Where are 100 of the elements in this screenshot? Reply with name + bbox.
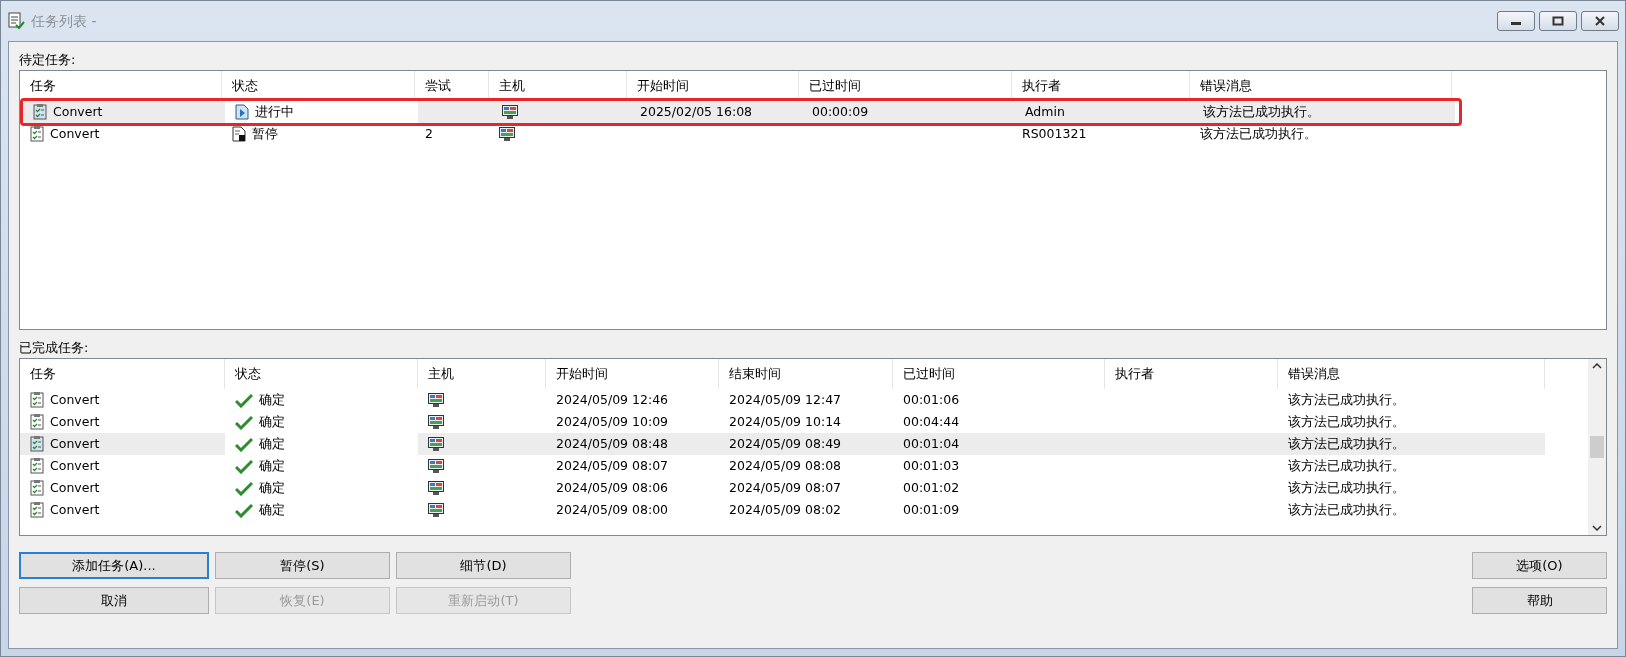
table-cell-text: 2024/05/09 08:08 [729,456,842,475]
table-cell-text: 2024/05/09 08:06 [556,478,669,497]
table-cell-text: 00:04:44 [903,412,960,431]
dialog-button[interactable]: 取消 [19,587,209,614]
table-cell-text: 2024/05/09 08:02 [729,500,842,519]
table-cell-text: 2024/05/09 12:46 [556,390,669,409]
clipboard-icon [33,104,47,120]
close-icon [1594,16,1606,26]
table-cell-text: 00:01:09 [903,500,960,519]
scrollbar-thumb[interactable] [1590,436,1604,458]
list-row[interactable]: Convert 确定 2024/05/09 08:48 2024/05/09 08:49 00:01:04 该方法已成功执行。 [20,433,1588,455]
dialog-button[interactable]: 细节(D) [396,552,571,579]
check-icon [235,480,253,496]
table-cell-text: 00:01:03 [903,456,960,475]
check-icon [235,458,253,474]
table-cell-text: 确定 [259,478,285,497]
check-icon [235,414,253,430]
dialog-button[interactable]: 帮助 [1472,587,1607,614]
table-cell-text: 暂停 [252,124,278,143]
column-header[interactable]: 执行者 [1105,359,1278,389]
task-list-icon [7,12,25,30]
monitor-icon [428,414,444,430]
clipboard-icon [30,436,44,452]
dialog-button[interactable]: 选项(O) [1472,552,1607,579]
table-cell-text: Convert [53,102,103,121]
clipboard-icon [30,414,44,430]
table-cell-text: Admin [1025,102,1065,121]
table-cell-text: 该方法已成功执行。 [1288,500,1405,519]
minimize-button[interactable] [1497,11,1535,31]
list-row[interactable]: Convert 确定 2024/05/09 10:09 2024/05/09 10:14 00:04:44 该方法已成功执行。 [20,411,1588,433]
table-cell-text: 00:01:06 [903,390,960,409]
table-cell-text: 确定 [259,456,285,475]
table-cell-text: 2024/05/09 10:09 [556,412,669,431]
table-cell-text: Convert [50,478,100,497]
clipboard-icon [30,458,44,474]
check-icon [235,436,253,452]
table-cell-text: 00:00:09 [812,102,869,121]
table-cell-text: Convert [50,434,100,453]
maximize-button[interactable] [1539,11,1577,31]
column-header[interactable]: 主机 [418,359,546,389]
list-row[interactable]: Convert 进行中 2025/02/05 16:08 00:00:09 Admin 该方法已成功执行。 [20,98,1462,126]
table-cell-text: 2024/05/09 12:47 [729,390,842,409]
table-cell-text: 该方法已成功执行。 [1203,102,1320,121]
monitor-icon [428,436,444,452]
table-cell-text: 该方法已成功执行。 [1288,434,1405,453]
column-header[interactable]: 状态 [225,359,418,389]
table-cell-text: 2025/02/05 16:08 [640,102,753,121]
section-label: 已完成任务: [19,339,90,357]
table-cell-text: 该方法已成功执行。 [1288,390,1405,409]
list-row[interactable]: Convert 确定 2024/05/09 08:06 2024/05/09 08:07 00:01:02 该方法已成功执行。 [20,477,1588,499]
check-icon [235,502,253,518]
clipboard-icon [30,480,44,496]
table-cell-text: RS001321 [1022,124,1087,143]
monitor-icon [428,480,444,496]
table-cell-text: 确定 [259,412,285,431]
close-button[interactable] [1581,11,1619,31]
table-cell-text: 2024/05/09 08:00 [556,500,669,519]
table-cell-text: 确定 [259,434,285,453]
monitor-icon [428,392,444,408]
list-row[interactable]: Convert 确定 2024/05/09 08:07 2024/05/09 08:08 00:01:03 该方法已成功执行。 [20,455,1588,477]
scrollbar[interactable] [1588,359,1606,535]
table-cell-text: 2 [425,124,433,143]
list-row[interactable]: Convert 确定 2024/05/09 12:46 2024/05/09 12:47 00:01:06 该方法已成功执行。 [20,389,1588,411]
column-header[interactable]: 任务 [20,359,225,389]
table-cell-text: Convert [50,456,100,475]
table-cell-text: 该方法已成功执行。 [1200,124,1317,143]
dialog-button[interactable]: 暂停(S) [215,552,390,579]
column-header[interactable]: 错误消息 [1278,359,1545,389]
clipboard-icon [30,126,44,142]
table-cell-text: 该方法已成功执行。 [1288,478,1405,497]
document-icon [235,104,249,120]
column-header[interactable]: 已过时间 [893,359,1105,389]
table-cell-text: Convert [50,500,100,519]
table-cell-text: 2024/05/09 08:48 [556,434,669,453]
table-cell-text: 确定 [259,390,285,409]
table-cell-text: Convert [50,412,100,431]
list-row[interactable]: Convert 暂停 2 RS001321 该方法已成功执行。 [20,123,1606,145]
table-cell-text: 确定 [259,500,285,519]
maximize-icon [1552,16,1564,26]
table-cell-text: 2024/05/09 10:14 [729,412,842,431]
list-row[interactable]: Convert 确定 2024/05/09 08:00 2024/05/09 08:02 00:01:09 该方法已成功执行。 [20,499,1588,521]
monitor-icon [499,126,515,142]
dialog-button[interactable]: 添加任务(A)... [19,552,209,579]
table-cell-text: 00:01:04 [903,434,960,453]
monitor-icon [428,502,444,518]
monitor-icon [502,104,518,120]
table-cell-text: 2024/05/09 08:07 [556,456,669,475]
table-cell-text: 该方法已成功执行。 [1288,456,1405,475]
document-icon [232,126,246,142]
table-cell-text: 2024/05/09 08:49 [729,434,842,453]
table-cell-text: 00:01:02 [903,478,960,497]
clipboard-icon [30,502,44,518]
window-title: 任务列表 - [31,11,97,31]
check-icon [235,392,253,408]
clipboard-icon [30,392,44,408]
table-cell-text: 该方法已成功执行。 [1288,412,1405,431]
section-label: 待定任务: [19,51,77,69]
column-header[interactable]: 开始时间 [546,359,719,389]
table-cell-text: Convert [50,390,100,409]
column-header[interactable]: 结束时间 [719,359,893,389]
